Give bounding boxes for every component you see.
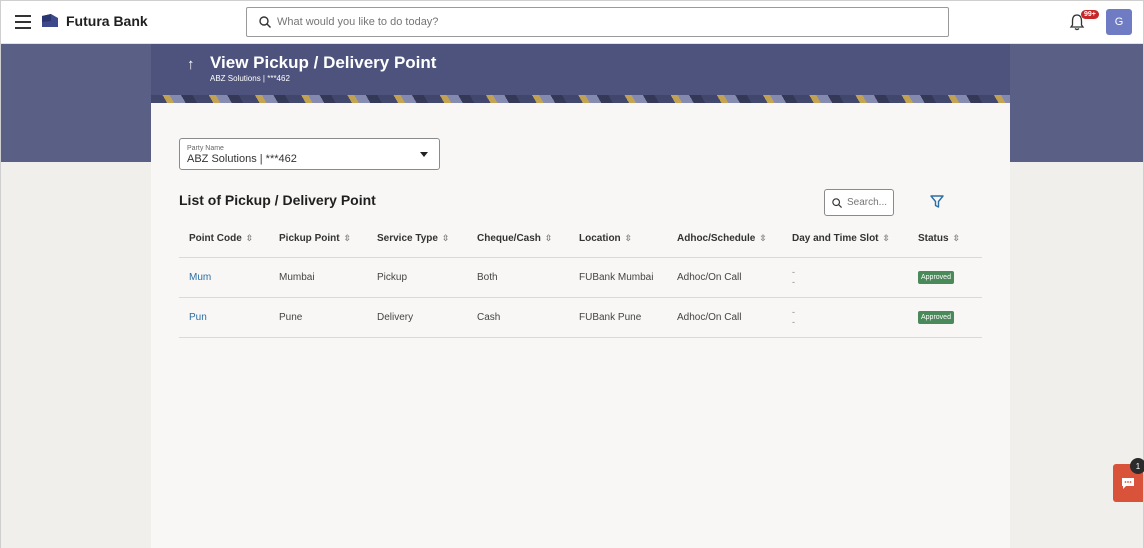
sort-icon[interactable]: ⇳ [759, 233, 767, 243]
column-header-location[interactable]: Location ⇳ [569, 221, 667, 258]
column-header-pickup-point[interactable]: Pickup Point ⇳ [269, 221, 367, 258]
chat-icon [1122, 477, 1134, 489]
cheque-cash-cell: Cash [467, 297, 569, 338]
day-time-slot-cell: - - [782, 257, 908, 298]
menu-icon[interactable] [15, 15, 31, 29]
sort-icon[interactable]: ⇳ [883, 233, 891, 243]
table-search[interactable] [824, 189, 894, 216]
page-title: View Pickup / Delivery Point [210, 53, 437, 72]
brand-logo[interactable]: Futura Bank [41, 13, 148, 29]
party-name-dropdown[interactable]: Party Name ABZ Solutions | ***462 [179, 138, 440, 170]
adhoc-schedule-cell: Adhoc/On Call [667, 257, 782, 298]
user-avatar[interactable]: G [1106, 9, 1132, 35]
sort-icon[interactable]: ⇳ [953, 233, 961, 243]
party-name-value: ABZ Solutions | ***462 [187, 153, 297, 165]
content-card: Party Name ABZ Solutions | ***462 List o… [151, 103, 1010, 548]
filter-icon[interactable] [930, 195, 944, 208]
adhoc-schedule-cell: Adhoc/On Call [667, 297, 782, 338]
status-cell: Approved [908, 297, 982, 338]
cheque-cash-cell: Both [467, 257, 569, 298]
slot-time: - [792, 277, 795, 287]
pickup-point-cell: Pune [269, 297, 367, 338]
point-code-link[interactable]: Mum [179, 257, 269, 298]
sort-icon[interactable]: ⇳ [442, 233, 450, 243]
sort-icon[interactable]: ⇳ [246, 233, 254, 243]
column-header-day-time-slot[interactable]: Day and Time Slot ⇳ [782, 221, 908, 258]
pickup-delivery-table: Point Code ⇳ Pickup Point ⇳ Service Type ⇳ … [179, 221, 982, 338]
status-badge: Approved [918, 310, 954, 324]
day-time-slot-cell: - - [782, 297, 908, 338]
column-header-adhoc-schedule[interactable]: Adhoc/Schedule ⇳ [667, 221, 782, 258]
list-title: List of Pickup / Delivery Point [179, 192, 376, 208]
column-header-service-type[interactable]: Service Type ⇳ [367, 221, 467, 258]
table-search-input[interactable] [847, 197, 891, 208]
column-header-status[interactable]: Status ⇳ [908, 221, 982, 258]
brand-name: Futura Bank [66, 13, 148, 29]
notification-badge: 99+ [1081, 10, 1099, 19]
table-row: Mum Mumbai Pickup Both FUBank Mumbai Adh… [179, 257, 982, 298]
chat-badge: 1 [1130, 458, 1144, 474]
pickup-point-cell: Mumbai [269, 257, 367, 298]
table-row: Pun Pune Delivery Cash FUBank Pune Adhoc… [179, 297, 982, 338]
status-cell: Approved [908, 257, 982, 298]
background-pattern-left [1, 162, 151, 548]
service-type-cell: Delivery [367, 297, 467, 338]
sort-icon[interactable]: ⇳ [344, 233, 352, 243]
column-header-cheque-cash[interactable]: Cheque/Cash ⇳ [467, 221, 569, 258]
slot-day: - [792, 267, 795, 277]
table-header-row: Point Code ⇳ Pickup Point ⇳ Service Type ⇳ … [179, 221, 982, 258]
back-arrow-icon[interactable]: ↑ [187, 56, 195, 73]
top-bar: Futura Bank 99+ G [1, 1, 1143, 44]
search-icon [832, 197, 842, 208]
global-search[interactable] [246, 7, 949, 37]
location-cell: FUBank Mumbai [569, 257, 667, 298]
point-code-link[interactable]: Pun [179, 297, 269, 338]
column-header-point-code[interactable]: Point Code ⇳ [179, 221, 269, 258]
location-cell: FUBank Pune [569, 297, 667, 338]
global-search-input[interactable] [277, 16, 917, 28]
bank-logo-icon [41, 13, 59, 29]
chevron-down-icon [420, 152, 428, 157]
slot-time: - [792, 317, 795, 327]
status-badge: Approved [918, 270, 954, 284]
sort-icon[interactable]: ⇳ [625, 233, 633, 243]
page-subtitle: ABZ Solutions | ***462 [210, 74, 290, 83]
decorative-pattern [151, 95, 1010, 103]
service-type-cell: Pickup [367, 257, 467, 298]
slot-day: - [792, 307, 795, 317]
party-name-label: Party Name [187, 145, 224, 152]
sort-icon[interactable]: ⇳ [545, 233, 553, 243]
search-icon [259, 16, 271, 28]
